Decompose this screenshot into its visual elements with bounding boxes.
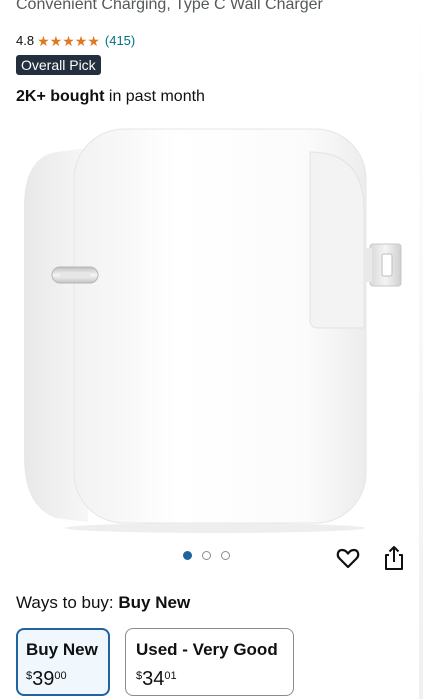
overall-pick-badge: Overall Pick <box>16 55 101 75</box>
share-icon[interactable] <box>382 544 406 572</box>
ways-to-buy: Ways to buy: Buy New <box>16 593 190 613</box>
scrollbar[interactable] <box>419 0 423 699</box>
ways-selected: Buy New <box>118 593 191 612</box>
price-fraction: 00 <box>54 670 67 682</box>
product-title: Convenient Charging, Type C Wall Charger <box>16 0 323 13</box>
star-icon: ★ <box>62 32 75 49</box>
option-label: Used - Very Good <box>136 640 278 659</box>
bought-suffix: in past month <box>104 88 205 105</box>
carousel-dot[interactable] <box>221 551 230 560</box>
price-whole: 34 <box>142 668 165 690</box>
image-carousel-dots[interactable] <box>183 551 230 560</box>
rating-row[interactable]: 4.8 ★ ★ ★ ★ ★ (415) <box>16 33 135 48</box>
ways-label: Ways to buy: <box>16 593 114 612</box>
price-fraction: 01 <box>164 670 177 682</box>
star-icon: ★ <box>37 32 50 49</box>
heart-icon[interactable] <box>335 545 361 571</box>
star-rating: ★ ★ ★ ★ ★ <box>37 34 100 48</box>
review-count-link[interactable]: (415) <box>105 33 135 48</box>
used-very-good-option[interactable]: Used - Very Good $ 34 01 <box>125 628 294 696</box>
option-price: $ 39 00 <box>26 668 67 690</box>
product-image[interactable] <box>0 112 423 542</box>
star-icon: ★ <box>74 32 88 49</box>
star-icon: ★ <box>87 32 100 49</box>
carousel-dot[interactable] <box>202 551 211 560</box>
bought-count: 2K+ bought <box>16 88 105 105</box>
option-label: Buy New <box>26 640 98 659</box>
option-price: $ 34 01 <box>136 668 177 690</box>
buy-new-option[interactable]: Buy New $ 39 00 <box>16 628 110 696</box>
rating-value: 4.8 <box>16 33 35 48</box>
bought-in-past-month: 2K+ bought in past month <box>16 88 205 106</box>
carousel-dot[interactable] <box>183 551 192 560</box>
star-icon: ★ <box>49 32 63 49</box>
price-whole: 39 <box>32 668 55 690</box>
